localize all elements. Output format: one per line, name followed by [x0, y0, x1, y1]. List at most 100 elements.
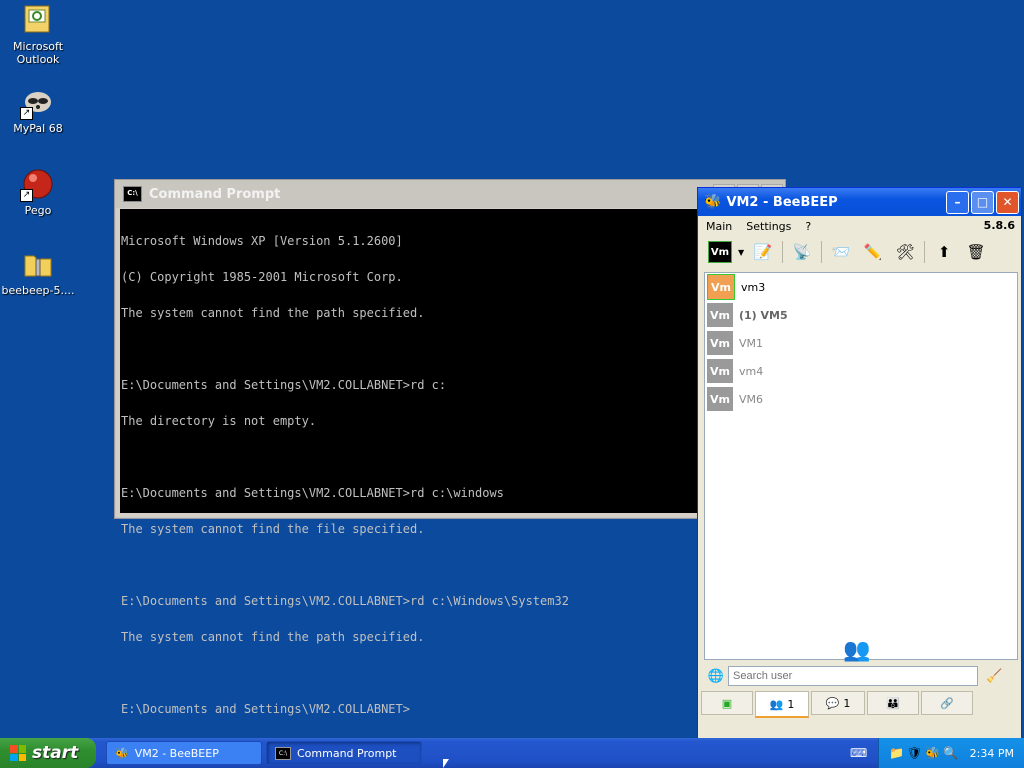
tab-chat[interactable]: ▣: [701, 691, 753, 715]
trash-icon[interactable]: 🗑: [963, 240, 989, 264]
start-button[interactable]: start: [0, 738, 96, 768]
console-line: Microsoft Windows XP [Version 5.1.2600]: [121, 234, 403, 248]
network-icon[interactable]: 📡: [789, 240, 815, 264]
globe-icon[interactable]: 🌐: [704, 669, 728, 684]
shares-icon: 🔗: [940, 696, 954, 710]
taskbar: start 🐝 VM2 - BeeBEEP C:\ Command Prompt…: [0, 738, 1024, 768]
desktop-icon-label: Microsoft Outlook: [12, 40, 64, 66]
cmd-title-bar[interactable]: C:\ Command Prompt: [115, 180, 785, 208]
dropdown-arrow-icon[interactable]: ▼: [738, 248, 744, 257]
tools-icon[interactable]: 🛠: [892, 240, 918, 264]
groups-icon: 👪: [886, 696, 900, 710]
user-name: VM6: [739, 392, 764, 406]
beebeep-title-bar[interactable]: 🐝 VM2 - BeeBEEP – □ ✕: [698, 188, 1021, 216]
console-line: The system cannot find the file specifie…: [121, 522, 425, 536]
console-line: (C) Copyright 1985-2001 Microsoft Corp.: [121, 270, 403, 284]
desktop-icon-mypal[interactable]: ↗ MyPal 68: [0, 86, 76, 135]
tab-chats[interactable]: 💬 1: [811, 691, 865, 715]
tab-users[interactable]: 👥 1: [755, 691, 809, 718]
write-icon[interactable]: ✏️: [860, 240, 886, 264]
user-list[interactable]: Vm vm3 Vm (1) VM5 Vm VM1 Vm vm4 Vm VM6: [704, 272, 1018, 660]
send-file-icon[interactable]: 📨: [828, 240, 854, 264]
tab-count: 1: [843, 696, 851, 710]
close-button[interactable]: ✕: [996, 190, 1019, 214]
chats-icon: 💬: [825, 696, 840, 710]
desktop-icon-beebeep-zip[interactable]: beebeep-5....: [0, 248, 76, 297]
security-shield-icon[interactable]: 🛡: [907, 746, 922, 760]
user-name: (1) VM5: [739, 308, 788, 322]
chat-icon: ▣: [721, 696, 733, 710]
avatar: Vm: [707, 274, 735, 300]
console-line: The system cannot find the path specifie…: [121, 306, 425, 320]
cmd-console[interactable]: Microsoft Windows XP [Version 5.1.2600] …: [120, 209, 699, 715]
desktop: Microsoft Outlook ↗ MyPal 68 ↗ Pego beeb…: [0, 0, 1024, 739]
bee-icon: 🐝: [704, 194, 722, 210]
taskbar-button-cmd[interactable]: C:\ Command Prompt: [266, 741, 422, 765]
windows-logo-icon: [10, 745, 26, 761]
list-item[interactable]: Vm VM1: [705, 329, 1017, 357]
cmd-icon: C:\: [123, 186, 142, 202]
update-icon[interactable]: ⬆: [931, 240, 957, 264]
beebeep-title: VM2 - BeeBEEP: [726, 194, 838, 210]
list-item[interactable]: Vm vm3: [705, 273, 1017, 301]
shortcut-arrow-icon: ↗: [20, 107, 33, 120]
avatar: Vm: [707, 331, 733, 355]
people-icon: 👥: [843, 638, 871, 663]
start-label: start: [32, 743, 79, 763]
avatar: Vm: [707, 387, 733, 411]
minimize-button[interactable]: –: [946, 190, 969, 214]
search-input[interactable]: [728, 666, 978, 686]
edit-profile-icon[interactable]: 📝: [750, 240, 776, 264]
menu-help[interactable]: ?: [805, 220, 811, 233]
clear-brush-icon[interactable]: 🧹: [986, 669, 1002, 684]
taskbar-button-beebeep[interactable]: 🐝 VM2 - BeeBEEP: [106, 741, 262, 765]
list-item[interactable]: Vm VM6: [705, 385, 1017, 413]
bee-icon: 🐝: [115, 746, 129, 760]
toolbar-separator: [924, 241, 926, 263]
search-icon[interactable]: 🔍: [943, 746, 958, 760]
desktop-icon-label: MyPal 68: [13, 122, 63, 135]
desktop-icon-label: beebeep-5....: [1, 284, 75, 297]
console-line: The directory is not empty.: [121, 414, 317, 428]
desktop-icon-pego[interactable]: ↗ Pego: [0, 168, 76, 217]
search-row: 🌐 🧹: [704, 662, 1016, 690]
tab-groups[interactable]: 👪: [867, 691, 919, 715]
keyboard-icon[interactable]: ⌨: [850, 746, 867, 760]
menu-settings[interactable]: Settings: [746, 220, 791, 233]
avatar: Vm: [707, 303, 733, 327]
user-name: VM1: [739, 336, 764, 350]
console-line: E:\Documents and Settings\VM2.COLLABNET>…: [121, 594, 569, 608]
my-profile-button[interactable]: Vm: [708, 241, 732, 263]
outlook-icon: [22, 4, 54, 36]
avatar: Vm: [707, 359, 733, 383]
tab-shares[interactable]: 🔗: [921, 691, 973, 715]
bottom-tabs: ▣ 👥 1 💬 1 👪 🔗: [701, 691, 973, 718]
list-item[interactable]: Vm vm4: [705, 357, 1017, 385]
menu-main[interactable]: Main: [706, 220, 732, 233]
taskbar-button-label: VM2 - BeeBEEP: [134, 746, 219, 760]
list-item[interactable]: Vm (1) VM5: [705, 301, 1017, 329]
user-name: vm4: [739, 364, 764, 378]
raccoon-icon: ↗: [20, 86, 54, 120]
beebeep-window[interactable]: 🐝 VM2 - BeeBEEP – □ ✕ Main Settings ? 5.…: [697, 187, 1022, 739]
toolbar: Vm ▼ 📝 📡 📨 ✏️ 🛠 ⬆ 🗑: [698, 236, 1021, 268]
cmd-icon: C:\: [275, 746, 291, 760]
desktop-icon-outlook[interactable]: Microsoft Outlook: [0, 4, 76, 66]
tab-count: 1: [787, 697, 795, 711]
toolbar-separator: [821, 241, 823, 263]
console-line: E:\Documents and Settings\VM2.COLLABNET>…: [121, 378, 447, 392]
red-ball-icon: ↗: [20, 168, 54, 202]
bee-tray-icon[interactable]: 🐝: [925, 746, 940, 760]
desktop-icon-label: Pego: [24, 204, 52, 217]
menu-bar: Main Settings ? 5.8.6: [698, 216, 1021, 236]
command-prompt-window[interactable]: C:\ Command Prompt Microsoft Windows XP …: [114, 179, 786, 715]
maximize-button[interactable]: □: [971, 190, 994, 214]
mouse-cursor: [443, 759, 449, 768]
users-icon: 👥: [769, 697, 784, 711]
console-line: E:\Documents and Settings\VM2.COLLABNET>…: [121, 486, 504, 500]
tray-folder-icon[interactable]: 📁: [889, 746, 904, 760]
console-prompt-line: E:\Documents and Settings\VM2.COLLABNET>: [121, 702, 410, 716]
toolbar-separator: [782, 241, 784, 263]
